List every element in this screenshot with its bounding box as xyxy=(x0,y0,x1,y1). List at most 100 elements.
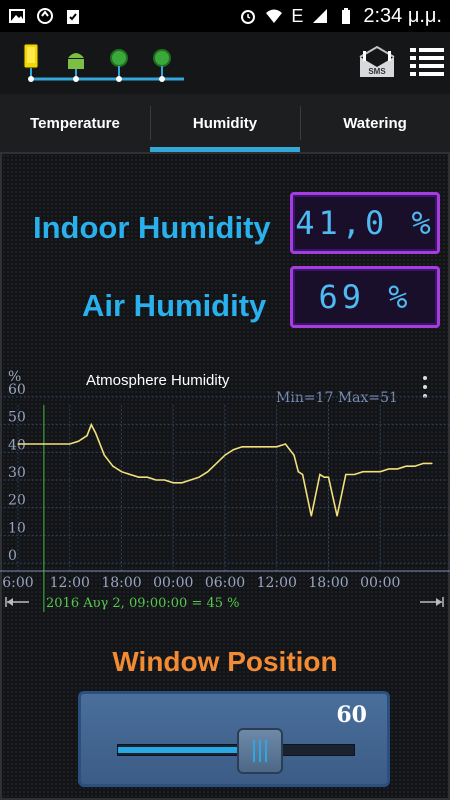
data-point xyxy=(43,443,45,445)
scroll-right-icon[interactable] xyxy=(418,596,444,608)
data-point xyxy=(345,473,347,476)
sms-icon[interactable]: SMS xyxy=(358,45,396,79)
data-point xyxy=(120,471,123,473)
status-bar: E 2:34 μ.μ. xyxy=(0,0,450,32)
x-tick-label: 18:00 xyxy=(308,575,348,591)
data-point xyxy=(69,443,71,445)
data-point xyxy=(26,443,28,445)
tab-temperature[interactable]: Temperature xyxy=(0,94,150,152)
data-point xyxy=(379,471,381,473)
data-point xyxy=(396,468,399,470)
alarm-icon xyxy=(241,10,256,24)
data-point xyxy=(405,465,407,467)
signal-icon xyxy=(313,9,328,23)
data-point xyxy=(276,446,278,448)
data-point xyxy=(267,446,269,448)
y-tick-label: 40 xyxy=(8,437,26,453)
data-point xyxy=(431,462,433,464)
data-point xyxy=(77,440,79,442)
network-type: E xyxy=(291,5,304,26)
data-point xyxy=(17,443,19,445)
sync-icon xyxy=(37,8,53,24)
data-point xyxy=(86,435,88,437)
data-point xyxy=(284,443,286,445)
data-point xyxy=(327,476,330,478)
data-point xyxy=(310,515,312,517)
x-tick-label: 12:00 xyxy=(50,575,90,591)
data-point xyxy=(60,443,62,445)
data-point xyxy=(129,473,131,476)
tab-label: Temperature xyxy=(30,114,120,132)
air-humidity-label: Air Humidity xyxy=(82,288,267,323)
data-point xyxy=(189,479,192,481)
indoor-humidity-label: Indoor Humidity xyxy=(33,210,271,245)
data-point xyxy=(155,479,157,481)
phone-icon[interactable] xyxy=(23,43,39,82)
tab-bar: Temperature Humidity Watering xyxy=(0,94,450,152)
x-tick-label: 00:00 xyxy=(360,575,400,591)
data-point xyxy=(371,471,373,473)
data-point xyxy=(103,454,105,456)
air-humidity-readout: 69 % xyxy=(290,266,440,328)
data-point xyxy=(362,471,364,473)
data-point xyxy=(414,465,416,467)
data-point xyxy=(233,448,235,451)
y-tick-label: 0 xyxy=(8,548,17,564)
data-point xyxy=(112,465,114,467)
wifi-icon xyxy=(266,9,283,23)
data-point xyxy=(302,473,304,476)
clock: 2:34 μ.μ. xyxy=(363,4,442,27)
y-tick-label: 30 xyxy=(8,465,26,481)
chart-cursor-readout: 2016 Αυγ 2, 09:00:00 = 45 % xyxy=(46,596,240,611)
x-tick-label: 00:00 xyxy=(153,575,193,591)
data-point xyxy=(90,424,92,426)
data-point xyxy=(181,482,183,484)
grip-icon xyxy=(252,740,267,762)
data-point xyxy=(241,446,243,448)
window-position-panel: 60 xyxy=(78,691,390,787)
tab-label: Humidity xyxy=(192,114,258,132)
y-tick-label: 60 xyxy=(8,382,26,398)
device-chain xyxy=(23,43,184,82)
data-point xyxy=(34,443,36,445)
battery-icon xyxy=(342,8,351,24)
data-point xyxy=(164,479,166,481)
data-point xyxy=(353,473,355,476)
slider-thumb[interactable] xyxy=(236,728,283,774)
data-point xyxy=(198,476,200,478)
menu-icon[interactable] xyxy=(410,46,444,76)
scroll-left-icon[interactable] xyxy=(5,596,31,608)
data-point xyxy=(293,454,295,456)
gallery-icon xyxy=(9,9,25,23)
data-point xyxy=(388,468,390,470)
data-point xyxy=(138,476,140,478)
data-point xyxy=(207,471,209,473)
data-point xyxy=(172,482,174,484)
data-point xyxy=(215,462,217,464)
y-tick-label: 10 xyxy=(8,520,26,536)
indoor-humidity-readout: 41,0 % xyxy=(290,192,440,254)
data-point xyxy=(422,462,424,464)
tab-label: Watering xyxy=(343,114,407,132)
data-point xyxy=(51,443,54,445)
clipboard-icon xyxy=(67,10,79,24)
data-point xyxy=(323,476,325,478)
y-tick-label: 20 xyxy=(8,493,26,509)
data-point xyxy=(95,432,97,434)
x-tick-label: 12:00 xyxy=(257,575,297,591)
data-point xyxy=(319,473,321,476)
data-point xyxy=(336,515,338,517)
tab-watering[interactable]: Watering xyxy=(300,94,450,152)
x-tick-label: 6:00 xyxy=(2,575,33,591)
data-point xyxy=(258,446,261,448)
data-point xyxy=(250,446,252,448)
sensor-icon[interactable] xyxy=(110,49,128,82)
humidity-chart[interactable]: 0 10 20 30 40 50 60 6:00 12:00 18:00 00:00 06:00 12:… xyxy=(0,360,450,618)
tab-humidity[interactable]: Humidity xyxy=(150,94,300,152)
sensor-icon[interactable] xyxy=(153,49,171,82)
window-position-value: 60 xyxy=(336,702,367,728)
data-point xyxy=(146,476,148,478)
data-point xyxy=(224,454,226,456)
window-position-title: Window Position xyxy=(112,646,338,677)
x-tick-label: 06:00 xyxy=(205,575,245,591)
